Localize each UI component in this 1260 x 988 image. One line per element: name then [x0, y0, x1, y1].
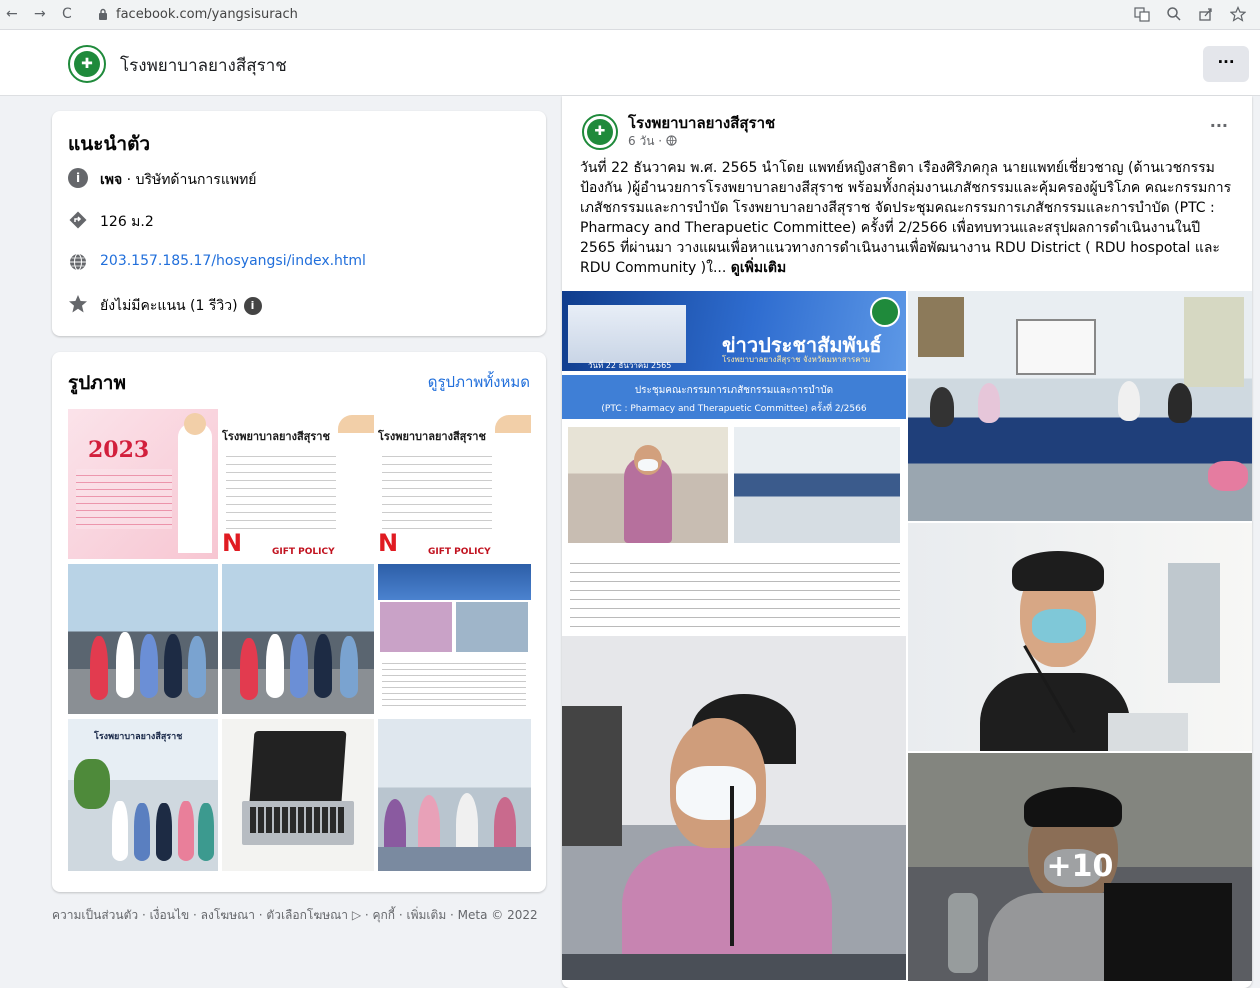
footer-links[interactable]: ความเป็นส่วนตัว · เงื่อนไข · ลงโฆษณา · ต… — [52, 906, 538, 925]
translate-icon[interactable] — [1134, 6, 1150, 22]
lock-icon — [99, 8, 107, 20]
rating-row: ยังไม่มีคะแนน (1 รีวิว) i — [68, 293, 528, 317]
rating-text: ยังไม่มีคะแนน (1 รีวิว) — [100, 298, 238, 314]
post-card: ✚ โรงพยาบาลยางสีสุราช 6 วัน · ··· วันที่… — [562, 96, 1252, 988]
photo-thumbnail-gift-policy-1[interactable]: โรงพยาบาลยางสีสุราช N GIFT POLICY — [222, 409, 374, 559]
share-icon[interactable] — [1198, 6, 1214, 22]
page-logo[interactable]: ✚ — [68, 45, 106, 83]
rating-info-icon[interactable]: i — [243, 297, 262, 315]
zoom-icon[interactable] — [1166, 6, 1182, 22]
post-image-more-photos[interactable]: +10 — [908, 753, 1252, 981]
website-link[interactable]: 203.157.185.17/hosyangsi/index.html — [100, 253, 366, 269]
gift-policy-text: GIFT POLICY — [428, 547, 491, 557]
hospital-text: โรงพยาบาลยางสีสุราช — [222, 430, 330, 443]
browser-toolbar: ← → C facebook.com/yangsisurach — [0, 0, 1260, 30]
post-time[interactable]: 6 วัน · — [628, 134, 666, 148]
gift-policy-text: GIFT POLICY — [272, 547, 335, 557]
photo-thumbnail-laptop[interactable] — [222, 719, 374, 871]
hospital-emblem-icon: ✚ — [587, 119, 613, 145]
globe-icon — [70, 253, 86, 271]
post-meta: 6 วัน · — [628, 132, 677, 151]
page-title[interactable]: โรงพยาบาลยางสีสุราช — [120, 52, 287, 79]
address-bar[interactable]: facebook.com/yangsisurach — [88, 3, 1198, 27]
post-image-meeting-room[interactable] — [908, 291, 1252, 521]
forward-icon[interactable]: → — [34, 5, 46, 23]
post-image-news-banner[interactable]: ข่าวประชาสัมพันธ์ โรงพยาบาลยางสีสุราช จั… — [562, 291, 906, 634]
banner-sub: โรงพยาบาลยางสีสุราช จังหวัดมหาสารคาม — [722, 355, 871, 364]
photo-thumbnail-hospital-front[interactable]: โรงพยาบาลยางสีสุราช — [68, 719, 218, 871]
photos-title: รูปภาพ — [68, 372, 126, 394]
see-all-photos-link[interactable]: ดูรูปภาพทั้งหมด — [428, 370, 530, 394]
more-photos-count: +10 — [1046, 849, 1114, 884]
banner-date: วันที่ 22 ธันวาคม 2565 — [588, 361, 672, 370]
address-row: 126 ม.2 — [68, 209, 528, 233]
photo-thumbnail-gift-policy-2[interactable]: โรงพยาบาลยางสีสุราช N GIFT POLICY — [378, 409, 531, 559]
more-options-button[interactable]: ··· — [1203, 46, 1249, 82]
post-image-committee-member[interactable] — [908, 523, 1252, 751]
photo-thumbnail-group-car-2[interactable] — [222, 564, 374, 714]
bookmark-star-icon[interactable] — [1230, 6, 1246, 22]
intro-title: แนะนำตัว — [68, 133, 151, 155]
photo-thumbnail-group-car-1[interactable] — [68, 564, 218, 714]
intro-card: แนะนำตัว i เพจ · บริษัทด้านการแพทย์ 126 … — [52, 111, 546, 336]
photo-thumbnail-news-collage[interactable] — [378, 564, 531, 714]
info-icon: i — [68, 168, 88, 188]
hospital-sign-text: โรงพยาบาลยางสีสุราช — [94, 732, 183, 742]
photo-thumbnail-newyear[interactable]: 2023 — [68, 409, 218, 559]
post-text: วันที่ 22 ธันวาคม พ.ศ. 2565 นำโดย แพทย์ห… — [580, 158, 1236, 278]
post-image-chair-speaking[interactable] — [562, 636, 906, 980]
directions-icon — [69, 211, 87, 229]
hospital-text: โรงพยาบาลยางสีสุราช — [378, 430, 486, 443]
back-icon[interactable]: ← — [6, 5, 18, 23]
post-avatar[interactable]: ✚ — [582, 114, 618, 150]
newyear-text: 2023 — [88, 437, 150, 463]
banner-line-2: (PTC : Pharmacy and Therapuetic Committe… — [601, 404, 867, 414]
see-more-link[interactable]: ดูเพิ่มเติม — [731, 260, 786, 276]
category-value: · บริษัทด้านการแพทย์ — [122, 172, 257, 188]
category-label: เพจ — [100, 172, 123, 188]
address-text: 126 ม.2 — [100, 214, 154, 230]
photo-thumbnail-meeting[interactable] — [378, 719, 531, 871]
reload-icon[interactable]: C — [62, 5, 72, 23]
more-photos-overlay[interactable]: +10 — [908, 753, 1252, 981]
post-more-options-icon[interactable]: ··· — [1210, 116, 1228, 135]
banner-line-1: ประชุมคณะกรรมการเภสัชกรรมและการบำบัด — [634, 385, 834, 396]
star-icon — [69, 295, 87, 313]
category-row: i เพจ · บริษัทด้านการแพทย์ — [68, 167, 528, 191]
website-row: 203.157.185.17/hosyangsi/index.html — [68, 251, 528, 275]
public-globe-icon — [666, 135, 677, 146]
url-text: facebook.com/yangsisurach — [116, 7, 298, 22]
hospital-emblem-icon: ✚ — [74, 51, 100, 77]
page-header: ✚ โรงพยาบาลยางสีสุราช ··· — [0, 30, 1260, 96]
post-body: วันที่ 22 ธันวาคม พ.ศ. 2565 นำโดย แพทย์ห… — [580, 160, 1232, 276]
photos-card: รูปภาพ ดูรูปภาพทั้งหมด 2023 โรงพยาบาลยาง… — [52, 352, 546, 892]
